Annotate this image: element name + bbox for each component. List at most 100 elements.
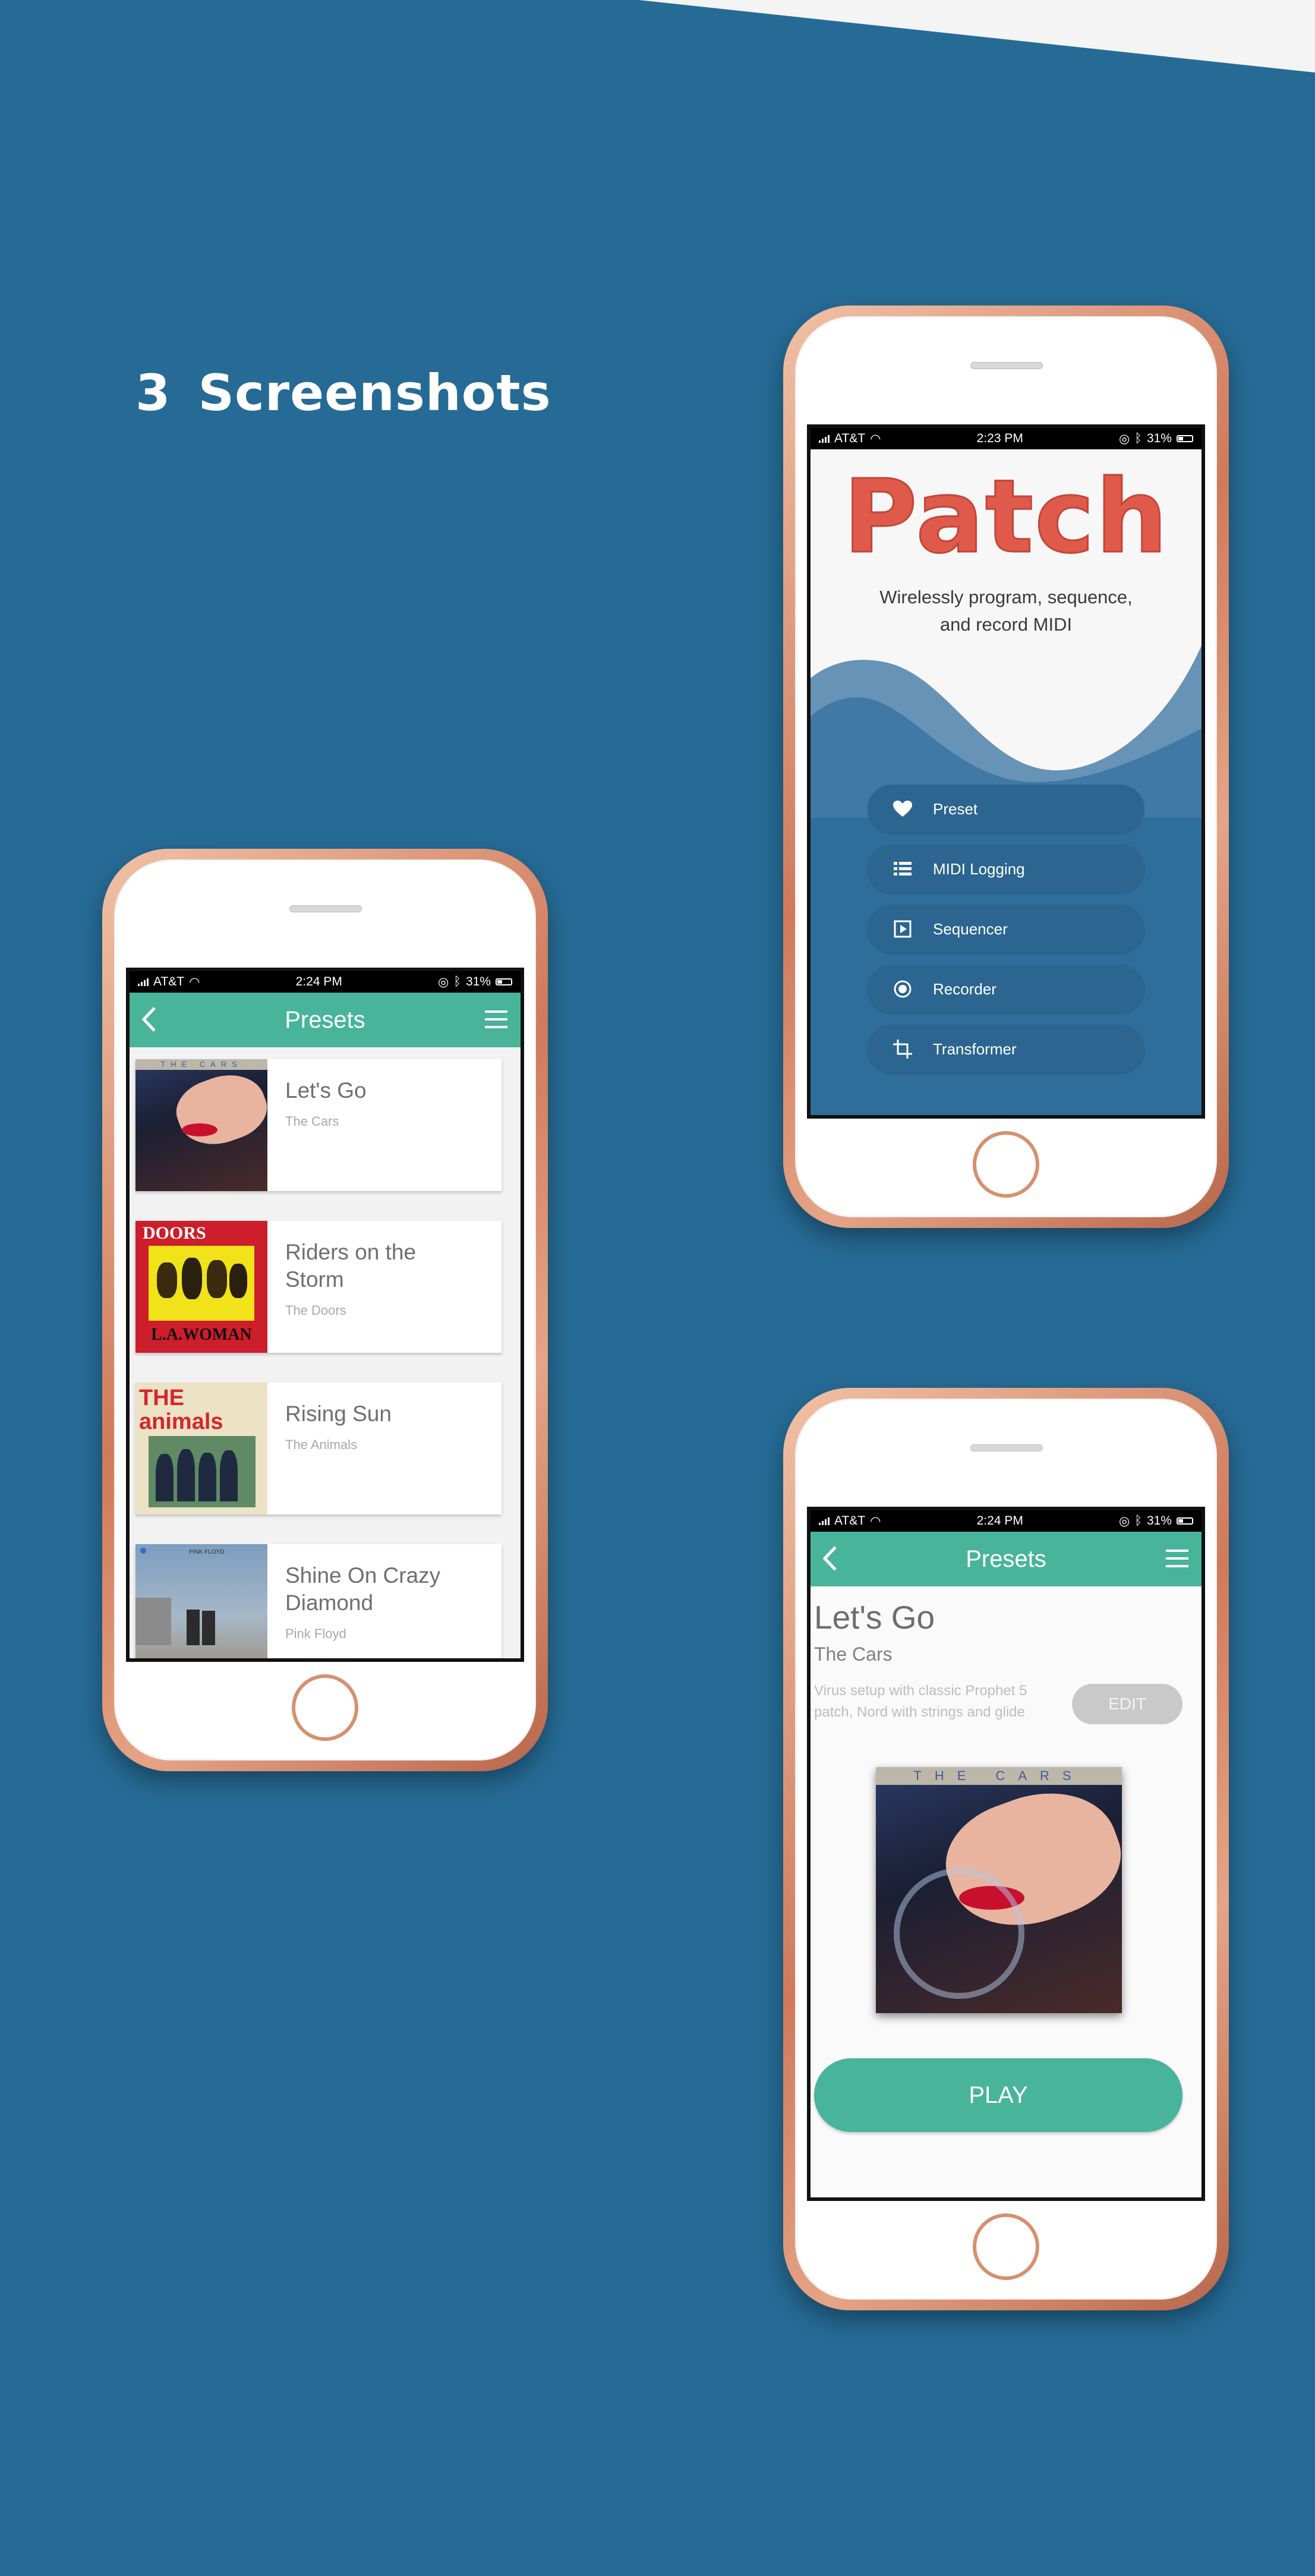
clock: 2:24 PM bbox=[295, 975, 342, 988]
menu-label: Transformer bbox=[933, 1040, 1017, 1058]
home-button[interactable] bbox=[973, 2213, 1039, 2280]
menu-midi-logging-button[interactable]: MIDI Logging bbox=[868, 845, 1144, 893]
preset-card[interactable]: DOORS L.A.WOMAN Riders on the Storm The … bbox=[135, 1221, 502, 1353]
preset-list: THE CARS Let's Go The Cars DOORS L.A.WOM… bbox=[130, 1047, 521, 1658]
menu-label: Preset bbox=[933, 799, 978, 818]
bluetooth-icon: ᛒ bbox=[1134, 432, 1142, 445]
menu-recorder-button[interactable]: Recorder bbox=[868, 965, 1144, 1013]
cover-band-name: THE CARS bbox=[135, 1059, 267, 1070]
page: { "section": { "number": "3", "title": "… bbox=[0, 0, 1315, 2576]
carrier: AT&T bbox=[153, 975, 185, 988]
preset-description: Virus setup with classic Prophet 5 patch… bbox=[814, 1683, 1027, 1720]
home-button[interactable] bbox=[292, 1674, 358, 1741]
tagline: Wirelessly program, sequence, and record… bbox=[811, 584, 1202, 638]
svg-text:Patch: Patch bbox=[843, 462, 1169, 575]
back-chevron-icon[interactable] bbox=[140, 1006, 158, 1036]
nav-title: Presets bbox=[966, 1545, 1046, 1572]
preset-detail: Let's Go The Cars Virus setup with class… bbox=[811, 1586, 1202, 2197]
preset-title: Shine On Crazy Diamond bbox=[285, 1563, 441, 1615]
wifi-icon: ◠ bbox=[870, 432, 881, 446]
section-heading: Screenshots bbox=[198, 364, 551, 422]
play-box-icon bbox=[893, 919, 913, 939]
play-button[interactable]: PLAY bbox=[814, 2058, 1182, 2132]
section-title: 3 Screenshots bbox=[135, 364, 551, 422]
preset-info: Riders on the Storm The Doors bbox=[267, 1221, 452, 1353]
preset-card[interactable]: PINK FLOYD Shine On Crazy Diamond Pink F… bbox=[135, 1544, 502, 1658]
preset-artist: The Animals bbox=[285, 1437, 358, 1452]
cover-band-name: THE animals bbox=[139, 1385, 223, 1434]
hamburger-menu-icon[interactable] bbox=[485, 1010, 507, 1031]
phone-home: AT&T ◠ 2:23 PM ◎ ᛒ 31% Patch Wirelessly pro… bbox=[783, 306, 1229, 1228]
nav-title: Presets bbox=[285, 1006, 365, 1033]
preset-card[interactable]: THE CARS Let's Go The Cars bbox=[135, 1059, 502, 1191]
clock: 2:24 PM bbox=[976, 1514, 1023, 1528]
phone-list: AT&T ◠ 2:24 PM ◎ ᛒ 31% Presets THE CARS Let… bbox=[102, 849, 548, 1771]
battery-icon bbox=[1176, 435, 1193, 442]
cover-figure-left bbox=[187, 1610, 200, 1645]
battery-percent: 31% bbox=[1146, 432, 1172, 445]
home-screen: AT&T ◠ 2:23 PM ◎ ᛒ 31% Patch Wirelessly pro… bbox=[807, 424, 1205, 1119]
cover-photo bbox=[149, 1246, 254, 1321]
battery-icon bbox=[495, 978, 512, 985]
lock-rotation-icon: ◎ bbox=[1119, 432, 1130, 446]
record-icon bbox=[893, 979, 913, 999]
crop-icon bbox=[893, 1039, 913, 1059]
wifi-icon: ◠ bbox=[870, 1514, 881, 1528]
preset-title: Rising Sun bbox=[285, 1402, 392, 1426]
album-cover-the-doors: DOORS L.A.WOMAN bbox=[135, 1221, 267, 1353]
cover-steering-wheel bbox=[894, 1868, 1024, 1999]
lock-rotation-icon: ◎ bbox=[1119, 1514, 1130, 1528]
menu-label: MIDI Logging bbox=[933, 859, 1025, 878]
preset-artist: The Cars bbox=[814, 1643, 893, 1665]
logo-wordmark: Patch bbox=[843, 458, 1169, 577]
cover-band-name: THE CARS bbox=[876, 1767, 1122, 1785]
carrier: AT&T bbox=[834, 432, 866, 445]
nav-bar: Presets bbox=[130, 993, 521, 1047]
menu-preset-button[interactable]: Preset bbox=[868, 785, 1144, 833]
preset-title: Let's Go bbox=[814, 1599, 935, 1636]
section-number: 3 bbox=[135, 364, 171, 422]
bluetooth-icon: ᛒ bbox=[1134, 1514, 1142, 1528]
preset-artist: The Doors bbox=[285, 1303, 346, 1318]
hamburger-menu-icon[interactable] bbox=[1166, 1550, 1188, 1570]
tagline-line-2: and record MIDI bbox=[939, 614, 1073, 635]
speaker bbox=[289, 905, 362, 912]
preset-title: Let's Go bbox=[285, 1078, 367, 1103]
cover-figure bbox=[168, 1063, 267, 1156]
menu-label: Recorder bbox=[933, 980, 997, 998]
album-cover-the-cars: THE CARS bbox=[135, 1059, 267, 1191]
phone-detail: AT&T ◠ 2:24 PM ◎ ᛒ 31% Presets Let's Go The… bbox=[783, 1388, 1229, 2310]
battery-percent: 31% bbox=[465, 975, 491, 988]
cover-album-name: L.A.WOMAN bbox=[151, 1325, 252, 1344]
menu-transformer-button[interactable]: Transformer bbox=[868, 1025, 1144, 1073]
menu-label: Sequencer bbox=[933, 919, 1008, 938]
cover-sticker bbox=[140, 1548, 146, 1554]
speaker bbox=[970, 362, 1043, 369]
patch-logo: Patch bbox=[811, 458, 1202, 578]
cover-lips bbox=[182, 1123, 217, 1136]
lock-rotation-icon: ◎ bbox=[438, 975, 449, 989]
menu-sequencer-button[interactable]: Sequencer bbox=[868, 905, 1144, 953]
corner-decoration bbox=[639, 0, 1315, 73]
back-chevron-icon[interactable] bbox=[821, 1545, 839, 1575]
clock: 2:23 PM bbox=[976, 432, 1023, 445]
cover-building bbox=[135, 1598, 171, 1645]
preset-info: Shine On Crazy Diamond Pink Floyd bbox=[267, 1544, 452, 1658]
battery-icon bbox=[1176, 1517, 1193, 1525]
detail-screen: AT&T ◠ 2:24 PM ◎ ᛒ 31% Presets Let's Go The… bbox=[807, 1507, 1205, 2201]
album-cover-the-cars: THE CARS bbox=[876, 1767, 1122, 2013]
home-button[interactable] bbox=[973, 1131, 1039, 1198]
signal-icon bbox=[819, 434, 830, 443]
album-cover-pink-floyd: PINK FLOYD bbox=[135, 1544, 267, 1658]
preset-card[interactable]: THE animals Rising Sun The Animals bbox=[135, 1383, 502, 1514]
edit-button[interactable]: EDIT bbox=[1072, 1684, 1182, 1724]
album-cover-the-animals: THE animals bbox=[135, 1383, 267, 1514]
cover-band-name: PINK FLOYD bbox=[189, 1549, 225, 1555]
signal-icon bbox=[819, 1517, 830, 1525]
preset-title: Riders on the Storm bbox=[285, 1240, 417, 1292]
tagline-line-1: Wirelessly program, sequence, bbox=[879, 587, 1133, 607]
speaker bbox=[970, 1444, 1043, 1451]
signal-icon bbox=[138, 978, 149, 986]
preset-artist: Pink Floyd bbox=[285, 1626, 346, 1641]
cover-band-name: DOORS bbox=[143, 1223, 206, 1243]
